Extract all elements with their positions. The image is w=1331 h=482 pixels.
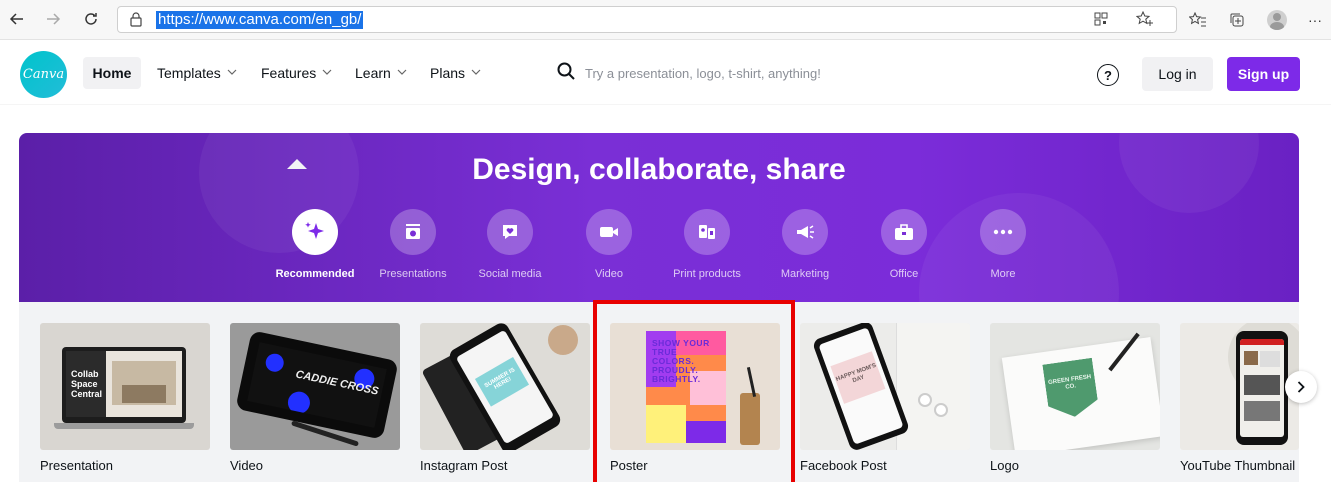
browser-toolbar: https://www.canva.com/en_gb/ ··· (0, 0, 1331, 40)
login-button[interactable]: Log in (1142, 57, 1213, 91)
presentation-icon (390, 209, 436, 255)
search-icon (557, 62, 575, 85)
lock-icon[interactable] (130, 12, 142, 32)
add-favorite-icon[interactable] (1135, 10, 1154, 32)
canva-logo[interactable]: Canva (20, 51, 67, 98)
nav-plans-label: Plans (430, 65, 466, 81)
signup-button[interactable]: Sign up (1227, 57, 1300, 91)
video-camera-icon (586, 209, 632, 255)
chevron-down-icon (397, 62, 407, 84)
category-label: Video (595, 268, 623, 280)
card-video[interactable]: CADDIE CROSS Video (230, 323, 400, 473)
nav-learn-label: Learn (355, 65, 391, 81)
logo-thumbnail: GREEN FRESH CO. (990, 323, 1160, 450)
heart-chat-icon (487, 209, 533, 255)
instagram-thumb-text: SUMMER IS HERE! (474, 356, 530, 407)
profile-avatar-icon[interactable] (1266, 9, 1288, 31)
hero-title: Design, collaborate, share (472, 153, 846, 186)
card-label: Instagram Post (420, 458, 508, 473)
card-facebook-post[interactable]: HAPPY MOM'S DAY Facebook Post (800, 323, 970, 473)
facebook-post-thumbnail: HAPPY MOM'S DAY (800, 323, 970, 450)
card-presentation[interactable]: Collab Space Central Presentation (40, 323, 210, 473)
chevron-down-icon (471, 62, 481, 84)
address-bar[interactable]: https://www.canva.com/en_gb/ (117, 6, 1177, 33)
video-thumbnail: CADDIE CROSS (230, 323, 400, 450)
card-instagram-post[interactable]: SUMMER IS HERE! Instagram Post (420, 323, 590, 473)
category-label: Recommended (275, 268, 355, 280)
card-label: Presentation (40, 458, 113, 473)
favorites-icon[interactable] (1187, 9, 1209, 31)
arrow-right-icon[interactable] (42, 8, 64, 30)
category-label: Social media (478, 268, 542, 280)
category-label: Presentations (379, 268, 447, 280)
card-label: Video (230, 458, 264, 473)
category-label: Marketing (780, 268, 830, 280)
category-presentations[interactable]: Presentations (363, 209, 463, 280)
search-input[interactable]: Try a presentation, logo, t-shirt, anyth… (585, 66, 821, 81)
url-text[interactable]: https://www.canva.com/en_gb/ (156, 11, 364, 29)
help-icon[interactable]: ? (1097, 64, 1119, 86)
category-label: More (990, 268, 1016, 280)
search-box[interactable]: Try a presentation, logo, t-shirt, anyth… (557, 60, 821, 86)
selected-category-pointer (287, 159, 307, 169)
nav-plans[interactable]: Plans (430, 62, 481, 84)
more-menu-icon[interactable]: ··· (1304, 9, 1326, 31)
card-label: Logo (990, 458, 1019, 473)
nav-templates-label: Templates (157, 65, 221, 81)
hero-banner: Design, collaborate, share Recommended P… (19, 133, 1299, 302)
nav-features-label: Features (261, 65, 317, 81)
category-label: Office (889, 268, 919, 280)
card-logo[interactable]: GREEN FRESH CO. Logo (990, 323, 1160, 473)
presentation-thumbnail: Collab Space Central (40, 323, 210, 450)
megaphone-icon (782, 209, 828, 255)
nav-features[interactable]: Features (261, 62, 332, 84)
category-label: Print products (673, 268, 741, 280)
slide-text: Collab (71, 369, 99, 379)
category-office[interactable]: Office (854, 209, 954, 280)
carousel-next-button[interactable] (1285, 371, 1317, 403)
category-more[interactable]: More (953, 209, 1053, 280)
site-header: Canva Home Templates Features Learn Plan… (0, 40, 1331, 104)
category-marketing[interactable]: Marketing (755, 209, 855, 280)
print-icon (684, 209, 730, 255)
chevron-down-icon (322, 62, 332, 84)
facebook-thumb-text: HAPPY MOM'S DAY (830, 351, 886, 404)
slide-text: Space (71, 379, 98, 389)
nav-learn[interactable]: Learn (355, 62, 407, 84)
nav-home[interactable]: Home (83, 57, 141, 89)
instagram-post-thumbnail: SUMMER IS HERE! (420, 323, 590, 450)
nav-templates[interactable]: Templates (157, 62, 237, 84)
card-label: Facebook Post (800, 458, 887, 473)
category-video[interactable]: Video (559, 209, 659, 280)
arrow-left-icon[interactable] (6, 8, 28, 30)
card-label: YouTube Thumbnail (1180, 458, 1296, 473)
sparkle-icon (292, 209, 338, 255)
qr-code-icon[interactable] (1094, 12, 1108, 31)
more-dots-icon (980, 209, 1026, 255)
chevron-down-icon (227, 62, 237, 84)
poster-selection-highlight (593, 300, 795, 482)
chevron-right-icon (1297, 381, 1305, 393)
category-social-media[interactable]: Social media (460, 209, 560, 280)
card-youtube-thumbnail[interactable]: YouTube Thumbnail (1180, 323, 1299, 473)
category-print-products[interactable]: Print products (657, 209, 757, 280)
collections-icon[interactable] (1226, 9, 1248, 31)
reload-icon[interactable] (80, 8, 102, 30)
category-recommended[interactable]: Recommended (265, 209, 365, 280)
youtube-thumbnail-thumbnail (1180, 323, 1299, 450)
slide-text: Central (71, 389, 103, 399)
briefcase-icon (881, 209, 927, 255)
